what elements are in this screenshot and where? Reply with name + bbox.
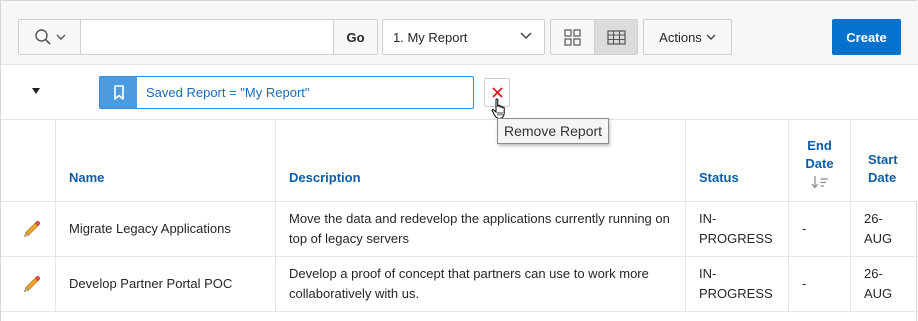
row-status-line2: PROGRESS <box>699 286 773 301</box>
grid-icon <box>564 28 581 46</box>
name-cell: Develop Partner Portal POC <box>56 257 276 311</box>
start-date-cell: 26- AUG <box>851 257 918 311</box>
description-cell: Develop a proof of concept that partners… <box>276 257 686 311</box>
go-button[interactable]: Go <box>333 20 377 54</box>
header-end-date-label-2: Date <box>805 156 834 171</box>
header-description[interactable]: Description <box>276 120 686 201</box>
report-select[interactable]: 1. My Report <box>382 19 545 55</box>
row-start-date-line2: AUG <box>864 286 893 301</box>
header-status-label: Status <box>699 170 739 185</box>
search-input[interactable] <box>82 20 334 54</box>
close-icon <box>491 87 503 98</box>
header-end-date[interactable]: End Date <box>789 120 851 201</box>
row-status-line1: IN- <box>699 211 717 226</box>
header-status[interactable]: Status <box>686 120 789 201</box>
row-description: Develop a proof of concept that partners… <box>289 266 649 301</box>
report-view-button[interactable] <box>594 20 637 54</box>
report-select-value: 1. My Report <box>393 29 468 45</box>
description-cell: Move the data and redevelop the applicat… <box>276 202 686 256</box>
name-cell: Migrate Legacy Applications <box>56 202 276 256</box>
header-end-date-label-1: End <box>807 138 832 153</box>
row-start-date-line1: 26- <box>864 266 883 281</box>
status-cell: IN- PROGRESS <box>686 257 789 311</box>
row-description: Move the data and redevelop the applicat… <box>289 211 670 246</box>
report-region: Go 1. My Report Actions Create Saved Rep… <box>0 0 918 321</box>
header-description-label: Description <box>289 170 361 185</box>
row-name: Develop Partner Portal POC <box>69 276 233 291</box>
report-settings-row: Saved Report = "My Report" <box>1 65 918 120</box>
sort-descending-icon <box>811 176 828 189</box>
view-toggle-group <box>550 19 638 55</box>
table-icon <box>606 29 626 45</box>
pencil-icon[interactable] <box>23 275 41 293</box>
bookmark-icon <box>100 77 137 108</box>
header-start-date-label-1: Start <box>868 152 898 167</box>
create-button[interactable]: Create <box>832 19 901 55</box>
row-end-date: - <box>802 221 807 236</box>
header-name-label: Name <box>69 170 105 185</box>
actions-menu-button[interactable]: Actions <box>643 19 732 55</box>
search-group: Go <box>18 19 378 55</box>
icon-view-button[interactable] <box>551 20 594 54</box>
start-date-cell: 26- AUG <box>851 202 918 256</box>
edit-cell <box>1 202 56 256</box>
actions-label: Actions <box>659 29 702 45</box>
table-header-row: Name Description Status End Date Start D… <box>1 120 918 202</box>
saved-report-filter-label: Saved Report = "My Report" <box>146 85 310 100</box>
chevron-down-icon <box>56 34 65 40</box>
chevron-down-icon <box>706 34 716 40</box>
end-date-cell: - <box>789 202 851 256</box>
status-cell: IN- PROGRESS <box>686 202 789 256</box>
collapse-toggle-icon[interactable] <box>29 85 43 97</box>
row-status-line2: PROGRESS <box>699 231 773 246</box>
row-name: Migrate Legacy Applications <box>69 221 231 236</box>
chevron-down-icon <box>520 32 532 40</box>
pencil-icon[interactable] <box>23 220 41 238</box>
table-row: Develop Partner Portal POC Develop a pro… <box>1 257 918 312</box>
saved-report-filter[interactable]: Saved Report = "My Report" <box>99 76 474 109</box>
header-name[interactable]: Name <box>56 120 276 201</box>
header-start-date[interactable]: Start Date <box>851 120 918 201</box>
table-row: Migrate Legacy Applications Move the dat… <box>1 202 918 257</box>
end-date-cell: - <box>789 257 851 311</box>
header-start-date-label-2: Date <box>868 170 897 185</box>
edit-cell <box>1 257 56 311</box>
row-end-date: - <box>802 276 807 291</box>
row-status-line1: IN- <box>699 266 717 281</box>
header-edit-column <box>1 120 56 201</box>
row-start-date-line1: 26- <box>864 211 883 226</box>
toolbar: Go 1. My Report Actions Create <box>1 1 918 65</box>
row-start-date-line2: AUG <box>864 231 893 246</box>
search-column-menu-button[interactable] <box>19 20 81 54</box>
search-icon <box>34 29 51 45</box>
remove-report-tooltip: Remove Report <box>497 118 610 144</box>
hand-cursor-icon <box>491 98 505 120</box>
